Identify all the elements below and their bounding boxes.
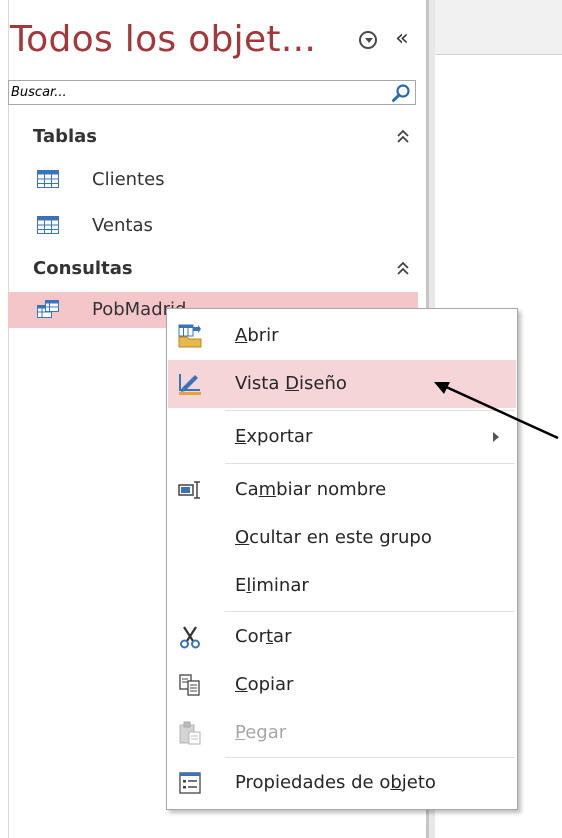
menu-item-label: Copiar: [235, 674, 294, 695]
menu-item-ocultar[interactable]: Ocultar en este grupo: [168, 514, 516, 562]
menu-item-label: Abrir: [235, 325, 279, 346]
query-icon: [37, 300, 59, 318]
menu-separator: [225, 757, 515, 758]
menu-item-abrir[interactable]: Abrir: [168, 312, 516, 360]
rename-icon: [178, 481, 200, 499]
menu-item-propiedades[interactable]: Propiedades de objeto: [168, 759, 516, 807]
table-icon: [37, 170, 59, 188]
nav-item-label: Clientes: [92, 169, 165, 190]
menu-item-copiar[interactable]: Copiar: [168, 661, 516, 709]
scissors-icon: [180, 626, 200, 649]
menu-item-label: Propiedades de objeto: [235, 772, 436, 793]
menu-item-label: Ocultar en este grupo: [235, 527, 432, 548]
menu-item-label: Cortar: [235, 626, 292, 647]
collapse-group-icon[interactable]: [396, 261, 410, 277]
menu-item-label: Vista Diseño: [235, 373, 347, 394]
paste-icon: [179, 721, 201, 745]
menu-item-pegar: Pegar: [168, 709, 516, 757]
group-label: Consultas: [33, 258, 133, 279]
table-icon: [37, 216, 59, 234]
search-input[interactable]: [11, 81, 381, 104]
menu-item-cortar[interactable]: Cortar: [168, 613, 516, 661]
collapse-group-icon[interactable]: [396, 129, 410, 145]
menu-item-cambiar-nombre[interactable]: Cambiar nombre: [168, 466, 516, 514]
nav-item-ventas[interactable]: Ventas: [8, 208, 418, 244]
copy-icon: [179, 674, 200, 696]
open-query-icon: [178, 324, 202, 348]
nav-menu-dropdown-icon[interactable]: [359, 31, 377, 49]
annotation-arrow-icon: [434, 382, 559, 440]
collapse-pane-icon[interactable]: «: [387, 26, 417, 52]
group-header-consultas[interactable]: Consultas: [8, 254, 418, 284]
menu-item-eliminar[interactable]: Eliminar: [168, 562, 516, 610]
menu-item-label: Exportar: [235, 426, 313, 447]
group-label: Tablas: [33, 126, 98, 147]
nav-item-label: Ventas: [92, 215, 153, 236]
menu-separator: [225, 611, 515, 612]
menu-item-label: Pegar: [235, 722, 287, 743]
nav-item-clientes[interactable]: Clientes: [8, 162, 418, 198]
design-view-icon: [179, 374, 201, 395]
search-icon[interactable]: [391, 83, 411, 103]
search-box[interactable]: [8, 80, 416, 105]
workspace-tab-strip: [428, 0, 562, 55]
group-header-tablas[interactable]: Tablas: [8, 122, 418, 152]
properties-icon: [179, 772, 201, 794]
menu-item-label: Eliminar: [235, 575, 309, 596]
menu-item-label: Cambiar nombre: [235, 479, 387, 500]
menu-separator: [225, 463, 515, 464]
nav-pane-title[interactable]: Todos los objet...: [10, 14, 330, 66]
